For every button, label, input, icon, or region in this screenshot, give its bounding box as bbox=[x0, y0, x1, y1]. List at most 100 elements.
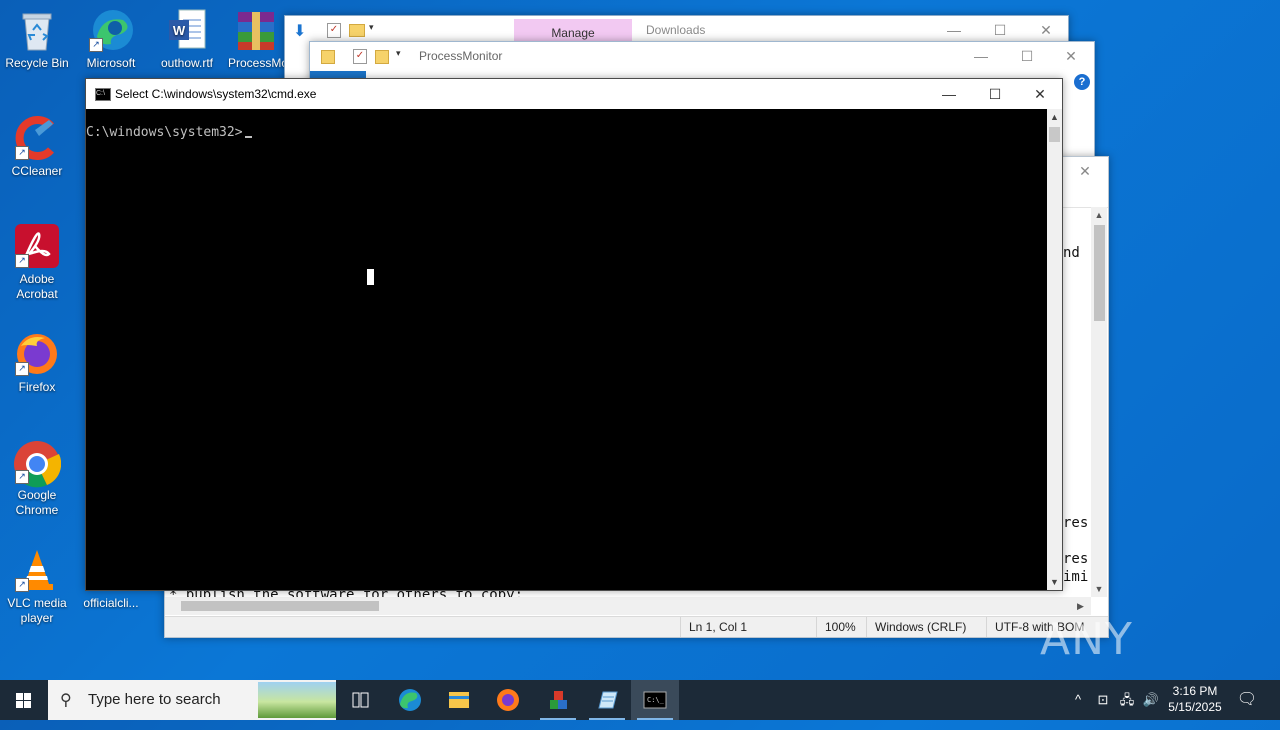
clock[interactable]: 3:16 PM 5/15/2025 bbox=[1164, 683, 1226, 715]
desktop-icon-firefox[interactable]: ↗ Firefox bbox=[1, 332, 73, 395]
window-title: ProcessMonitor bbox=[419, 49, 503, 63]
maximize-button[interactable]: ☐ bbox=[972, 79, 1018, 109]
status-zoom: 100% bbox=[816, 617, 867, 637]
help-icon[interactable]: ? bbox=[1074, 74, 1090, 90]
desktop-icon-adobe-acrobat[interactable]: ↗ Adobe Acrobat bbox=[1, 224, 73, 302]
desktop-icon-ccleaner[interactable]: ↗ CCleaner bbox=[1, 116, 73, 179]
desktop-icon-vlc[interactable]: ↗ VLC media player bbox=[1, 548, 73, 626]
desktop-icon-outhow-rtf[interactable]: W outhow.rtf bbox=[151, 8, 223, 71]
hscroll-thumb[interactable] bbox=[181, 601, 379, 611]
scroll-down-arrow-icon[interactable]: ▼ bbox=[1091, 581, 1107, 597]
minimize-button[interactable]: — bbox=[958, 42, 1004, 71]
status-position: Ln 1, Col 1 bbox=[680, 617, 813, 637]
desktop-icon-label: VLC media player bbox=[7, 596, 67, 625]
text-fragment: res bbox=[1063, 515, 1089, 531]
meet-now-icon[interactable]: ⊡ bbox=[1094, 680, 1112, 720]
show-hidden-icons-chevron-icon[interactable]: ^ bbox=[1070, 680, 1086, 720]
desktop-icon-recycle-bin[interactable]: Recycle Bin bbox=[1, 8, 73, 71]
taskbar-file-explorer-icon[interactable] bbox=[435, 680, 483, 720]
firefox-icon: ↗ bbox=[15, 332, 59, 376]
shortcut-arrow-icon: ↗ bbox=[15, 254, 29, 268]
scroll-thumb[interactable] bbox=[1049, 127, 1060, 142]
winrar-archive-icon bbox=[234, 8, 278, 52]
scroll-up-arrow-icon[interactable]: ▲ bbox=[1091, 207, 1107, 223]
window-title: Select C:\windows\system32\cmd.exe bbox=[115, 87, 317, 101]
properties-check-icon[interactable]: ✓ bbox=[327, 23, 341, 38]
scroll-thumb[interactable] bbox=[1094, 225, 1105, 321]
svg-text:C:\_: C:\_ bbox=[647, 696, 665, 704]
cmd-window[interactable]: C:\ Select C:\windows\system32\cmd.exe —… bbox=[85, 78, 1063, 591]
network-icon[interactable]: 🖧 bbox=[1117, 680, 1137, 720]
desktop-icon-label: Google Chrome bbox=[15, 488, 59, 517]
notifications-icon[interactable]: 🗨 bbox=[1236, 680, 1258, 720]
desktop-icon-label: CCleaner bbox=[11, 164, 63, 178]
status-line-ending: Windows (CRLF) bbox=[866, 617, 987, 637]
console-output[interactable]: C:\windows\system32> bbox=[86, 109, 1047, 590]
desktop-icon-label: Microsoft Edge bbox=[86, 56, 136, 70]
scroll-down-arrow-icon[interactable]: ▼ bbox=[1047, 574, 1062, 590]
ccleaner-icon: ↗ bbox=[15, 116, 59, 160]
scroll-up-arrow-icon[interactable]: ▲ bbox=[1047, 109, 1062, 125]
search-placeholder: Type here to search bbox=[88, 691, 221, 708]
desktop-icon-label: Firefox bbox=[18, 380, 56, 394]
horizontal-scrollbar[interactable]: ▶ bbox=[165, 597, 1091, 615]
taskbar: ⚲ Type here to search C:\_ ^ ⊡ 🖧 🔊 3:16 … bbox=[0, 680, 1280, 720]
qat-dropdown-icon[interactable]: ▾ bbox=[396, 48, 401, 59]
text-cursor bbox=[244, 136, 252, 138]
desktop-icon-label: Recycle Bin bbox=[5, 56, 69, 70]
cmd-app-icon: C:\ bbox=[95, 88, 111, 101]
properties-check-icon[interactable]: ✓ bbox=[353, 49, 367, 64]
new-folder-icon[interactable] bbox=[375, 50, 389, 64]
close-button[interactable]: ✕ bbox=[1062, 157, 1108, 186]
minimize-button[interactable]: — bbox=[926, 79, 972, 109]
shortcut-arrow-icon: ↗ bbox=[15, 362, 29, 376]
svg-text:W: W bbox=[173, 23, 186, 38]
taskbar-firefox-icon[interactable] bbox=[484, 680, 532, 720]
vlc-cone-icon: ↗ bbox=[15, 548, 59, 592]
desktop-icon-label: ProcessMonitor bbox=[228, 56, 288, 70]
text-fragment: res bbox=[1063, 551, 1089, 567]
acrobat-icon: ↗ bbox=[15, 224, 59, 268]
anyrun-watermark: ANY RUN bbox=[1040, 610, 1240, 725]
desktop-icon-label: Adobe Acrobat bbox=[16, 272, 58, 301]
download-arrow-icon[interactable]: ⬇ bbox=[293, 21, 306, 41]
word-document-icon: W bbox=[165, 8, 209, 52]
desktop-icon-google-chrome[interactable]: ↗ Google Chrome bbox=[1, 440, 73, 518]
desktop-icon-label: outhow.rtf bbox=[160, 56, 214, 70]
start-button[interactable] bbox=[0, 680, 48, 720]
maximize-button[interactable]: ☐ bbox=[1004, 42, 1050, 71]
text-fragment: imi bbox=[1063, 569, 1089, 585]
search-highlight-image bbox=[258, 682, 336, 718]
shortcut-arrow-icon: ↗ bbox=[15, 578, 29, 592]
volume-icon[interactable]: 🔊 bbox=[1141, 680, 1161, 720]
vertical-scrollbar[interactable]: ▲ ▼ bbox=[1091, 207, 1107, 597]
status-bar: Ln 1, Col 1 100% Windows (CRLF) UTF-8 wi… bbox=[165, 616, 1108, 637]
quick-access-toolbar: ✓ ▾ bbox=[310, 42, 420, 71]
shortcut-arrow-icon: ↗ bbox=[15, 146, 29, 160]
folder-icon bbox=[321, 50, 335, 64]
ribbon-tab-manage[interactable]: Manage bbox=[514, 19, 632, 43]
chrome-icon: ↗ bbox=[14, 440, 62, 488]
search-box[interactable]: ⚲ Type here to search bbox=[48, 680, 336, 720]
shortcut-arrow-icon: ↗ bbox=[89, 38, 103, 52]
close-button[interactable]: ✕ bbox=[1048, 42, 1094, 71]
qat-dropdown-icon[interactable]: ▾ bbox=[369, 22, 374, 33]
search-icon: ⚲ bbox=[60, 692, 72, 709]
taskbar-edge-icon[interactable] bbox=[386, 680, 434, 720]
edge-icon: ↗ bbox=[89, 8, 133, 52]
cmd-titlebar[interactable]: C:\ Select C:\windows\system32\cmd.exe —… bbox=[86, 79, 1062, 109]
desktop-icon-edge[interactable]: ↗ Microsoft Edge bbox=[75, 8, 147, 71]
taskbar-notepad-icon[interactable] bbox=[583, 680, 631, 720]
desktop-icon-processmonitor[interactable]: ProcessMonitor bbox=[224, 8, 288, 71]
prompt-text: C:\windows\system32> bbox=[86, 125, 243, 140]
taskbar-app-icon[interactable] bbox=[534, 680, 582, 720]
task-view-button[interactable] bbox=[336, 680, 384, 720]
text-fragment: nd bbox=[1063, 245, 1080, 261]
new-folder-icon[interactable] bbox=[349, 24, 365, 37]
clock-time: 3:16 PM bbox=[1172, 684, 1218, 698]
cmd-vertical-scrollbar[interactable]: ▲ ▼ bbox=[1047, 109, 1062, 590]
taskbar-cmd-icon[interactable]: C:\_ bbox=[631, 680, 679, 720]
close-button[interactable]: ✕ bbox=[1017, 79, 1063, 109]
shortcut-arrow-icon: ↗ bbox=[15, 470, 29, 484]
recycle-bin-icon bbox=[15, 8, 59, 52]
